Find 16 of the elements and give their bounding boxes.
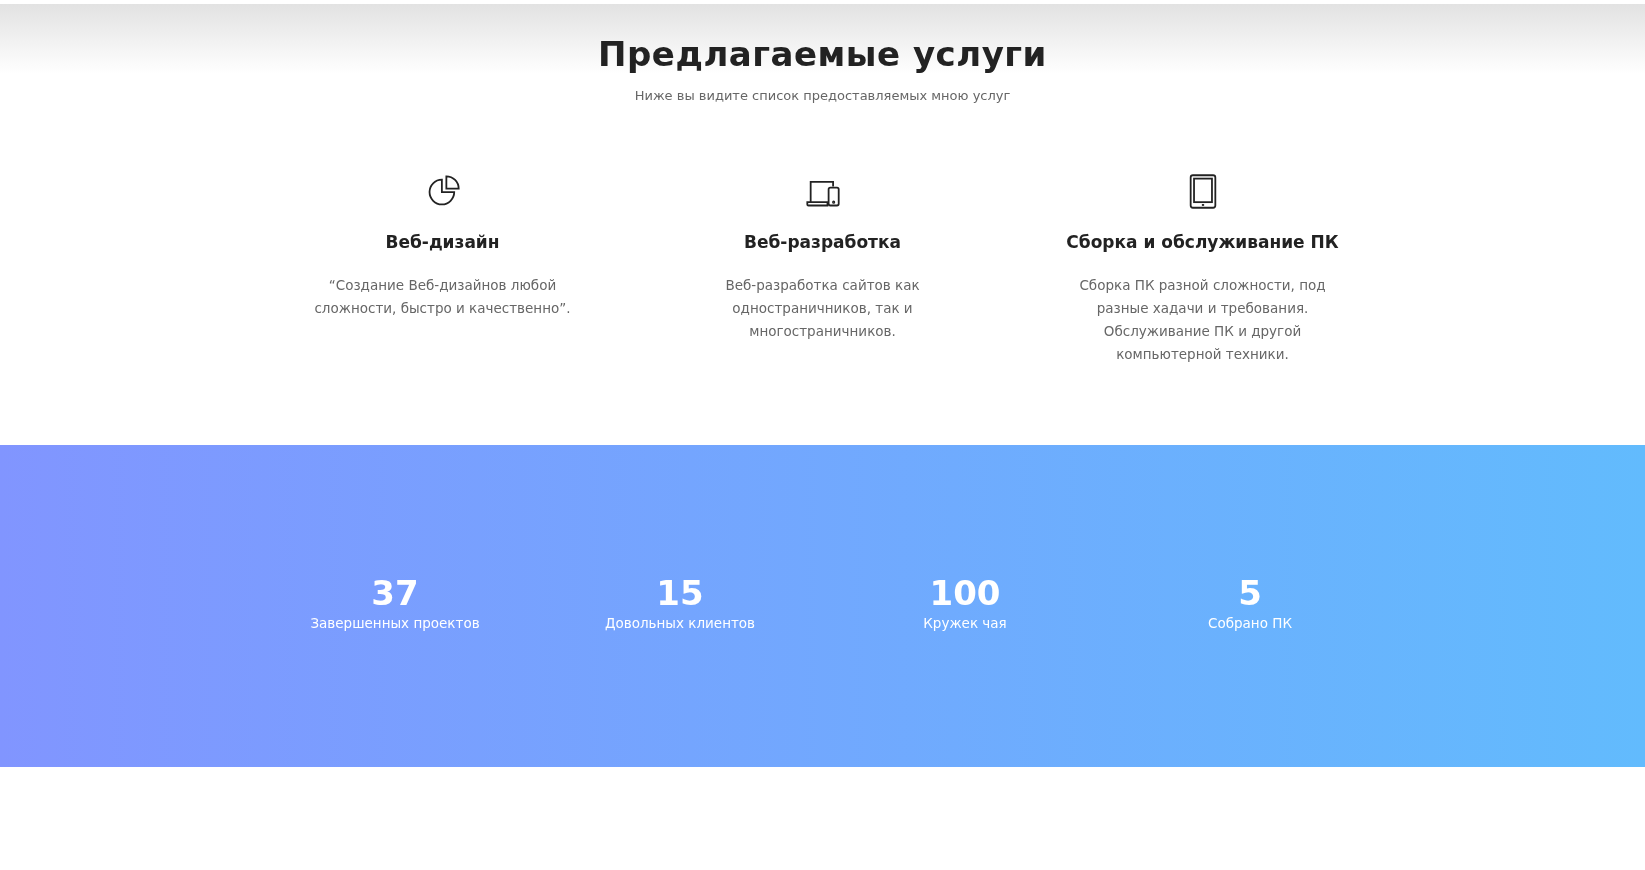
service-description: Веб-разработка сайтов как одностраничников, так и многостраничников. [724,276,921,341]
service-description: “Создание Веб-дизайнов любой сложности, быстро и качественно”. [313,276,572,318]
section-title: Предлагаемые услуги [597,34,1048,74]
stat-label: Завершенных проектов [309,615,481,631]
stat-number: 100 [928,573,1002,613]
stat-label: Собрано ПК [1207,615,1293,631]
section-subtitle: Ниже вы видите список предоставляемых мною услуг [633,88,1012,103]
stat-number: 5 [1237,573,1263,613]
stat-label: Кружек чая [922,615,1008,631]
stat-number: 37 [370,573,420,613]
service-title: Веб-разработка [744,232,901,252]
stat-label: Довольных клиентов [603,615,757,631]
service-description: Сборка ПК разной сложности, под разные хадачи и требования. Обслуживание ПК и другой компьютерной техники. [1078,276,1327,364]
service-title: Сборка и обслуживание ПК [1066,232,1339,252]
service-title: Веб-дизайн [385,232,500,252]
stat-number: 15 [655,573,705,613]
